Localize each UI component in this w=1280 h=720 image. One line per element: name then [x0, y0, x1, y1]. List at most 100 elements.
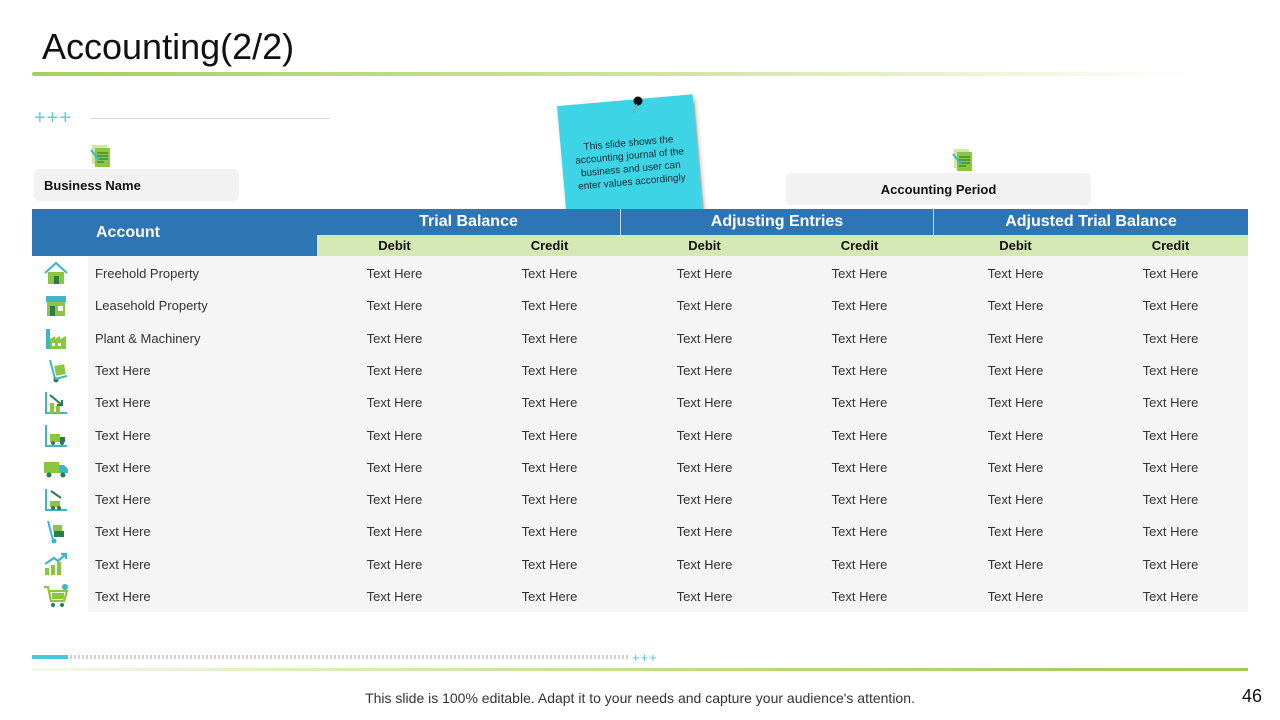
table-cell[interactable]: Text Here: [317, 580, 472, 612]
table-cell[interactable]: Text Here: [782, 354, 937, 386]
account-name: Text Here: [95, 362, 151, 378]
table-cell[interactable]: Text Here: [627, 515, 782, 547]
table-row: Text Here Text Here Text Here Text Here Text…: [32, 451, 1248, 483]
table-cell[interactable]: Text Here: [938, 580, 1093, 612]
table-cell[interactable]: Text Here: [782, 419, 937, 451]
footer-dashed-line: [70, 655, 630, 659]
table-cell[interactable]: Text Here: [1093, 322, 1248, 354]
table-cell[interactable]: Text Here: [472, 451, 627, 483]
table-cell[interactable]: Text Here: [1093, 548, 1248, 580]
table-row: Text Here Text Here Text Here Text Here Text…: [32, 386, 1248, 418]
table-cell[interactable]: Text Here: [472, 419, 627, 451]
table-cell[interactable]: Text Here: [627, 289, 782, 321]
decor-plus-top: +++: [34, 107, 73, 129]
table-cell[interactable]: Text Here: [627, 386, 782, 418]
table-cell[interactable]: Text Here: [472, 257, 627, 289]
table-row: Text Here Text Here Text Here Text Here Text…: [32, 483, 1248, 515]
table-cell[interactable]: Text Here: [317, 451, 472, 483]
table-cell[interactable]: Text Here: [627, 580, 782, 612]
accounting-period-field[interactable]: Accounting Period: [786, 173, 1091, 205]
table-cell[interactable]: Text Here: [938, 257, 1093, 289]
table-cell[interactable]: Text Here: [317, 354, 472, 386]
subheader-credit: Credit: [530, 238, 569, 253]
table-cell[interactable]: Text Here: [627, 483, 782, 515]
table-cell[interactable]: Text Here: [1093, 515, 1248, 547]
account-name: Text Here: [95, 588, 151, 604]
table-cell[interactable]: Text Here: [317, 515, 472, 547]
growth-chart-icon: [44, 552, 68, 575]
table-cell[interactable]: Text Here: [782, 386, 937, 418]
table-cell[interactable]: Text Here: [938, 322, 1093, 354]
table-cell[interactable]: Text Here: [1093, 257, 1248, 289]
table-cell[interactable]: Text Here: [317, 548, 472, 580]
table-cell[interactable]: Text Here: [938, 451, 1093, 483]
table-cell[interactable]: Text Here: [1093, 386, 1248, 418]
table-cell[interactable]: Text Here: [782, 515, 937, 547]
table-cell[interactable]: Text Here: [472, 548, 627, 580]
table-cell[interactable]: Text Here: [627, 354, 782, 386]
account-name: Freehold Property: [95, 265, 200, 281]
table-row: Text Here Text Here Text Here Text Here Text…: [32, 515, 1248, 547]
table-cell[interactable]: Text Here: [472, 386, 627, 418]
table-cell[interactable]: Text Here: [472, 289, 627, 321]
table-cell[interactable]: Text Here: [938, 515, 1093, 547]
table-cell[interactable]: Text Here: [317, 257, 472, 289]
adjusting-entries-header: Adjusting Entries: [620, 209, 934, 235]
table-row: Text Here Text Here Text Here Text Here Text…: [32, 548, 1248, 580]
table-cell[interactable]: Text Here: [938, 548, 1093, 580]
trial-balance-header: Trial Balance: [317, 209, 620, 235]
account-name: Text Here: [95, 491, 151, 507]
sticky-note: This slide shows the accounting journal …: [557, 94, 703, 226]
decor-plus-bottom: +++: [632, 650, 658, 665]
table-cell[interactable]: Text Here: [627, 257, 782, 289]
table-cell[interactable]: Text Here: [1093, 483, 1248, 515]
slide-title: Accounting(2/2): [42, 26, 295, 67]
table-cell[interactable]: Text Here: [317, 289, 472, 321]
table-cell[interactable]: Text Here: [627, 548, 782, 580]
trolley-icon: [47, 520, 64, 544]
subheader-credit: Credit: [840, 238, 879, 253]
table-cell[interactable]: Text Here: [938, 354, 1093, 386]
table-cell[interactable]: Text Here: [627, 419, 782, 451]
table-cell[interactable]: Text Here: [782, 322, 937, 354]
table-cell[interactable]: Text Here: [472, 354, 627, 386]
table-cell[interactable]: Text Here: [1093, 289, 1248, 321]
business-name-field[interactable]: Business Name: [34, 169, 239, 201]
footer-accent-bar: [32, 655, 68, 659]
period-doc-icon: [952, 149, 972, 171]
table-cell[interactable]: Text Here: [782, 548, 937, 580]
table-cell[interactable]: Text Here: [782, 289, 937, 321]
table-cell[interactable]: Text Here: [1093, 419, 1248, 451]
account-name: Text Here: [95, 523, 151, 539]
table-cell[interactable]: Text Here: [1093, 580, 1248, 612]
footer-note: This slide is 100% editable. Adapt it to…: [365, 690, 915, 706]
table-cell[interactable]: Text Here: [782, 451, 937, 483]
table-cell[interactable]: Text Here: [317, 386, 472, 418]
account-name: Plant & Machinery: [95, 330, 201, 346]
subheader-debit: Debit: [999, 238, 1032, 253]
table-row: Text Here Text Here Text Here Text Here Text…: [32, 580, 1248, 612]
table-cell[interactable]: Text Here: [938, 419, 1093, 451]
table-cell[interactable]: Text Here: [938, 289, 1093, 321]
table-cell[interactable]: Text Here: [472, 483, 627, 515]
table-cell[interactable]: Text Here: [782, 580, 937, 612]
table-cell[interactable]: Text Here: [782, 257, 937, 289]
table-cell[interactable]: Text Here: [938, 386, 1093, 418]
table-cell[interactable]: Text Here: [627, 322, 782, 354]
table-row: Plant & Machinery Text Here Text Here Text …: [32, 322, 1248, 354]
table-cell[interactable]: Text Here: [317, 322, 472, 354]
table-cell[interactable]: Text Here: [317, 419, 472, 451]
table-cell[interactable]: Text Here: [317, 483, 472, 515]
table-cell[interactable]: Text Here: [472, 322, 627, 354]
subheader-debit: Debit: [688, 238, 721, 253]
account-name: Text Here: [95, 459, 151, 475]
table-cell[interactable]: Text Here: [1093, 354, 1248, 386]
table-cell[interactable]: Text Here: [1093, 451, 1248, 483]
table-cell[interactable]: Text Here: [472, 580, 627, 612]
account-name: Text Here: [95, 394, 151, 410]
table-cell[interactable]: Text Here: [782, 483, 937, 515]
table-cell[interactable]: Text Here: [472, 515, 627, 547]
header-divider: [620, 209, 621, 235]
table-cell[interactable]: Text Here: [627, 451, 782, 483]
table-cell[interactable]: Text Here: [938, 483, 1093, 515]
